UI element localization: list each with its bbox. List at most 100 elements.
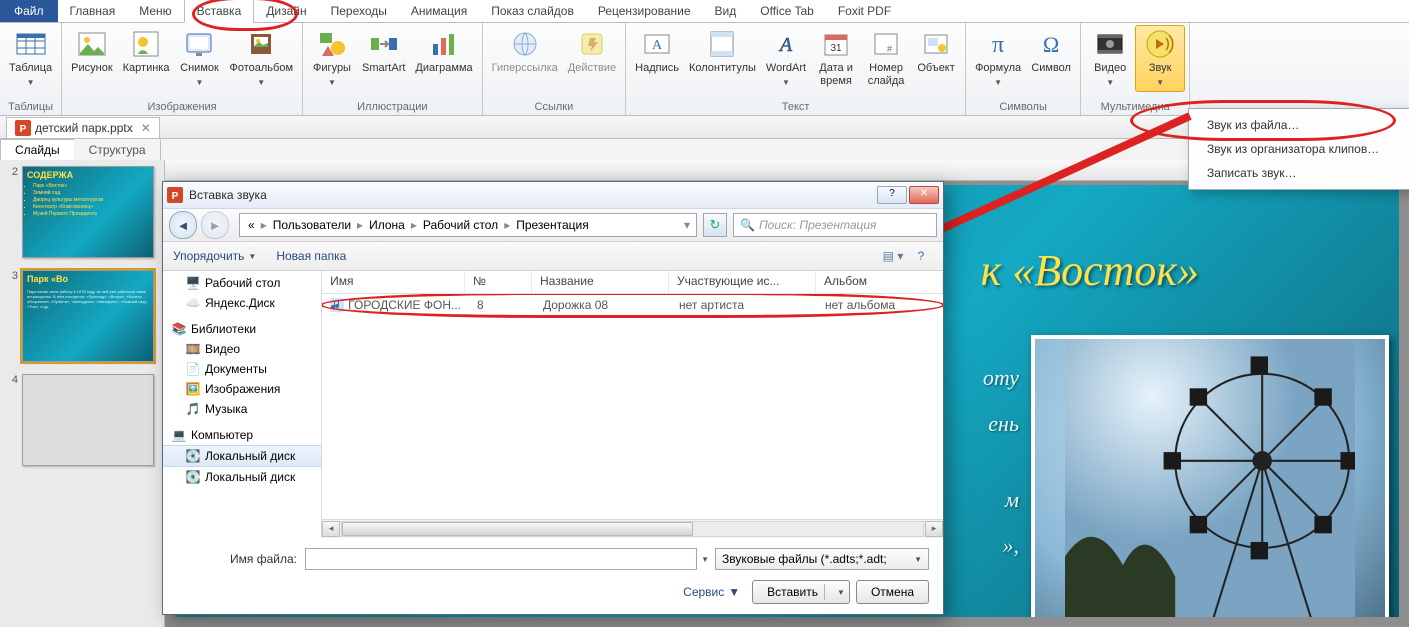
breadcrumb-segment[interactable]: Илона (365, 218, 409, 232)
nav-back-button[interactable]: ◄ (169, 211, 197, 239)
tab-slideshow[interactable]: Показ слайдов (479, 0, 586, 22)
scroll-right-button[interactable]: ▸ (925, 521, 943, 537)
breadcrumb-dropdown-icon[interactable]: ▾ (682, 218, 692, 232)
tab-menu[interactable]: Меню (127, 0, 183, 22)
scroll-track[interactable] (341, 521, 924, 537)
datetime-button[interactable]: 31Дата и время (811, 25, 861, 91)
textbox-button[interactable]: AНадпись (630, 25, 684, 78)
tab-file[interactable]: Файл (0, 0, 58, 22)
breadcrumb-segment[interactable]: Презентация (512, 218, 593, 232)
table-button[interactable]: Таблица▼ (4, 25, 57, 92)
symbol-button[interactable]: ΩСимвол (1026, 25, 1076, 78)
video-button[interactable]: Видео▼ (1085, 25, 1135, 92)
horizontal-scrollbar[interactable]: ◂ ▸ (322, 519, 943, 538)
menu-item-sound-from-clip-organizer[interactable]: Звук из организатора клипов… (1191, 137, 1409, 161)
column-number[interactable]: № (465, 271, 532, 293)
ribbon-group: ГиперссылкаДействиеСсылки (483, 23, 627, 115)
tab-office[interactable]: Office Tab (748, 0, 826, 22)
filetype-filter-combo[interactable]: Звуковые файлы (*.adts;*.adt; ▼ (715, 548, 929, 570)
equation-button[interactable]: πФормула▼ (970, 25, 1026, 92)
nav-forward-button[interactable]: ► (201, 211, 229, 239)
slide-thumbnail-2[interactable]: 2 СОДЕРЖА Парк «Восток» Зимний сад Дворе… (4, 166, 160, 258)
tree-node-desktop[interactable]: 🖥️Рабочий стол (163, 273, 321, 293)
tab-home[interactable]: Главная (58, 0, 128, 22)
dialog-help-button[interactable]: ? (877, 186, 907, 204)
tree-node-local-disk[interactable]: 💽Локальный диск (163, 467, 321, 487)
organize-button[interactable]: Упорядочить (173, 249, 244, 263)
scroll-left-button[interactable]: ◂ (322, 521, 340, 537)
column-name[interactable]: Имя (322, 271, 465, 293)
tab-outline[interactable]: Структура (74, 139, 161, 161)
filename-dropdown-icon[interactable]: ▼ (701, 555, 709, 564)
picture-icon (76, 28, 108, 60)
screenshot-button[interactable]: Снимок▼ (174, 25, 224, 92)
chevron-down-icon: ▼ (1156, 76, 1164, 89)
picture-button[interactable]: Рисунок (66, 25, 118, 78)
file-row[interactable]: ГОРОДСКИЕ ФОН... 8 Дорожка 08 нет артист… (322, 294, 943, 316)
images-icon: 🖼️ (185, 381, 201, 397)
insert-button[interactable]: Вставить▼ (752, 580, 850, 604)
breadcrumb-segment[interactable]: Пользователи (269, 218, 355, 232)
breadcrumb-segment[interactable]: Рабочий стол (419, 218, 502, 232)
tree-node-yandexdisk[interactable]: ☁️Яндекс.Диск (163, 293, 321, 313)
cancel-button[interactable]: Отмена (856, 580, 929, 604)
new-folder-button[interactable]: Новая папка (276, 249, 346, 263)
tab-insert[interactable]: Вставка (184, 0, 255, 23)
document-close-icon[interactable]: ✕ (141, 121, 151, 135)
slidenumber-button[interactable]: #Номер слайда (861, 25, 911, 91)
tree-node-computer[interactable]: 💻Компьютер (163, 425, 321, 445)
tree-node-documents[interactable]: 📄Документы (163, 359, 321, 379)
tab-view[interactable]: Вид (703, 0, 749, 22)
scroll-thumb[interactable] (342, 522, 693, 536)
ribbon-group-label: Текст (626, 100, 965, 115)
chevron-down-icon: ▼ (196, 76, 204, 89)
object-button[interactable]: Объект (911, 25, 961, 78)
tree-node-videos[interactable]: 🎞️Видео (163, 339, 321, 359)
tab-transitions[interactable]: Переходы (319, 0, 399, 22)
slide-thumbnail-4[interactable]: 4 (4, 374, 160, 466)
dialog-close-button[interactable]: ✕ (909, 186, 939, 204)
ribbon-button-label: Фигуры (313, 62, 351, 75)
search-field[interactable]: 🔍 Поиск: Презентация (733, 213, 937, 237)
tree-node-images[interactable]: 🖼️Изображения (163, 379, 321, 399)
tab-review[interactable]: Рецензирование (586, 0, 703, 22)
menu-item-record-sound[interactable]: Записать звук… (1191, 161, 1409, 185)
document-tab[interactable]: P детский парк.pptx ✕ (6, 117, 160, 138)
refresh-button[interactable]: ↻ (703, 213, 727, 237)
shapes-button[interactable]: Фигуры▼ (307, 25, 357, 92)
column-title[interactable]: Название (532, 271, 669, 293)
tab-foxit[interactable]: Foxit PDF (826, 0, 903, 22)
breadcrumb-overflow[interactable]: « (244, 218, 259, 232)
folder-tree[interactable]: 🖥️Рабочий стол ☁️Яндекс.Диск 📚Библиотеки… (163, 271, 322, 538)
column-album[interactable]: Альбом (816, 271, 943, 293)
smartart-button[interactable]: SmartArt (357, 25, 410, 78)
chevron-down-icon[interactable]: ▼ (248, 252, 256, 261)
thumb-line: Дворец культуры металлургов (33, 197, 153, 204)
breadcrumb-path[interactable]: «▸ Пользователи▸ Илона▸ Рабочий стол▸ Пр… (239, 213, 697, 237)
audio-button[interactable]: Звук▼ (1135, 25, 1185, 92)
headerfooter-icon (706, 28, 738, 60)
photoalbum-icon (245, 28, 277, 60)
tree-node-libraries[interactable]: 📚Библиотеки (163, 319, 321, 339)
filename-input[interactable] (305, 548, 697, 570)
wordart-button[interactable]: AWordArt▼ (761, 25, 811, 92)
tools-menu-button[interactable]: Сервис▼ (683, 585, 740, 599)
chart-button[interactable]: Диаграмма (410, 25, 477, 78)
tab-design[interactable]: Дизайн (254, 0, 318, 22)
tab-slides[interactable]: Слайды (0, 139, 75, 161)
tab-animation[interactable]: Анимация (399, 0, 479, 22)
help-icon[interactable]: ? (909, 245, 933, 267)
slide-thumbnail-3[interactable]: 3 Парк «Во Парк начал свою работу в 1978… (4, 270, 160, 362)
clipart-button[interactable]: Картинка (118, 25, 175, 78)
menu-item-sound-from-file[interactable]: Звук из файла… (1191, 113, 1409, 137)
view-mode-button[interactable]: ▤ ▾ (881, 245, 905, 267)
headerfooter-button[interactable]: Колонтитулы (684, 25, 761, 78)
tree-node-music[interactable]: 🎵Музыка (163, 399, 321, 419)
tree-node-local-disk[interactable]: 💽Локальный диск (163, 445, 321, 467)
file-list-rows[interactable]: ГОРОДСКИЕ ФОН... 8 Дорожка 08 нет артист… (322, 294, 943, 519)
dialog-titlebar[interactable]: P Вставка звука ? ✕ (163, 182, 943, 209)
column-artist[interactable]: Участвующие ис... (669, 271, 816, 293)
file-list-header[interactable]: Имя № Название Участвующие ис... Альбом (322, 271, 943, 294)
photoalbum-button[interactable]: Фотоальбом▼ (224, 25, 298, 92)
ribbon-button-label: Колонтитулы (689, 62, 756, 75)
